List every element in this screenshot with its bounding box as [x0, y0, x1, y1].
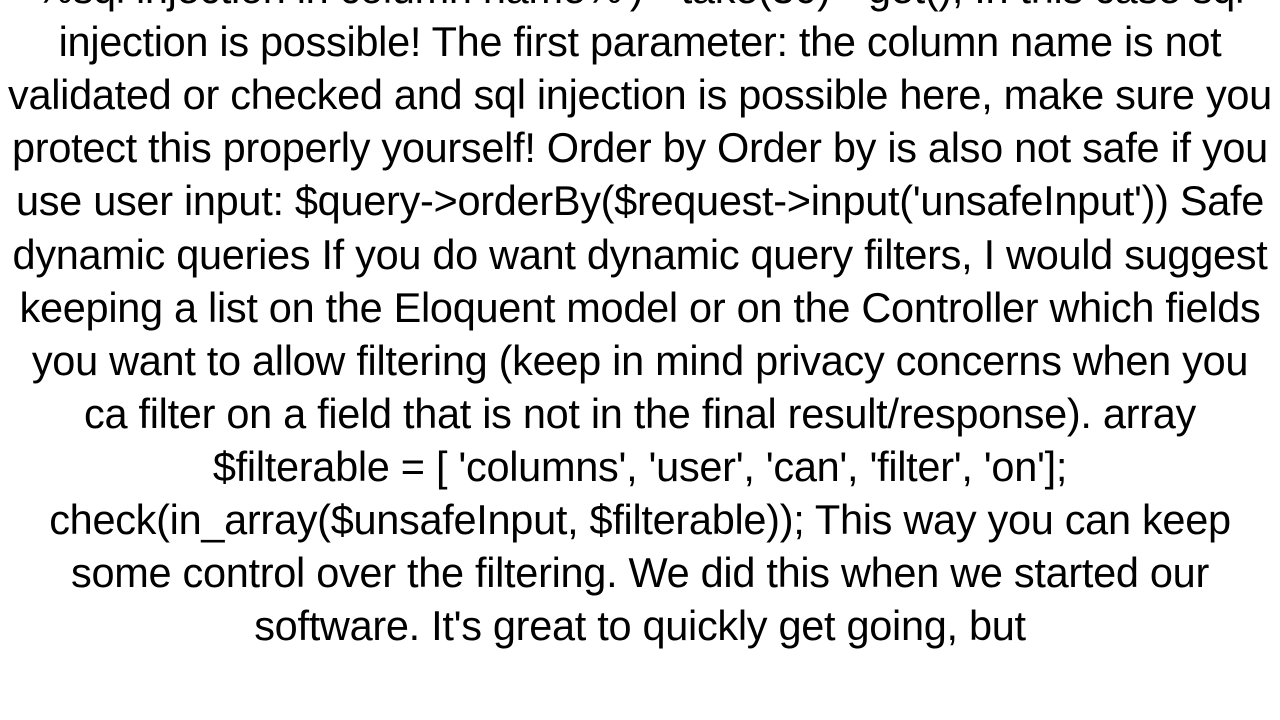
body-text: %sql injection in column name%')->take(3… — [8, 0, 1272, 649]
document-body: %sql injection in column name%')->take(3… — [0, 0, 1280, 652]
